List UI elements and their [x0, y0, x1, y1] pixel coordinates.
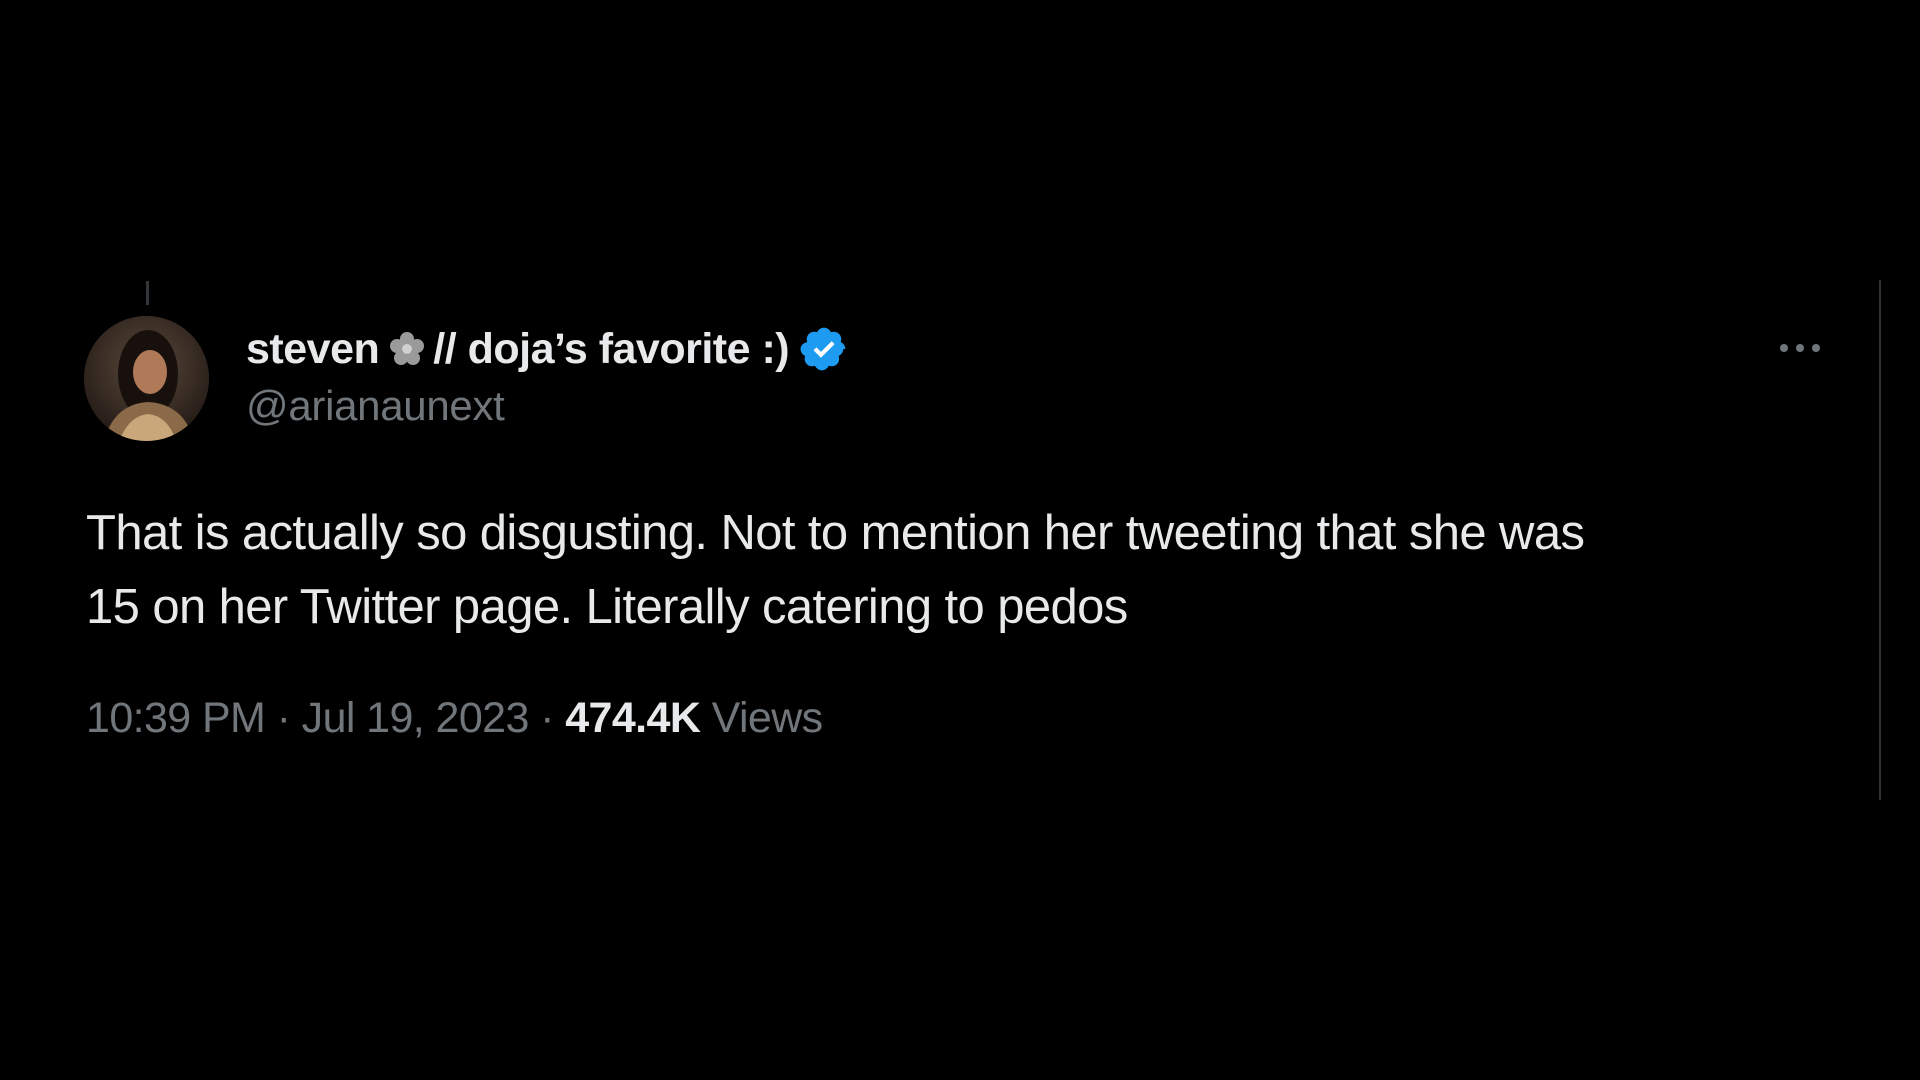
avatar-image	[84, 316, 209, 441]
author-display-name-part2[interactable]: // doja’s favorite :)	[433, 325, 789, 374]
tweet-timestamp[interactable]: 10:39 PM · Jul 19, 2023	[86, 694, 529, 742]
tweet-card[interactable]: steven // doja’s favorite :) @arianaunex…	[0, 0, 1920, 1080]
author-name-row[interactable]: steven // doja’s favorite :)	[246, 318, 849, 380]
views-count: 474.4K	[565, 694, 701, 742]
tweet-header: steven // doja’s favorite :) @arianaunex…	[246, 318, 849, 430]
views-label: Views	[711, 694, 824, 742]
redaction-overlay	[1128, 592, 1246, 632]
tweet-text-line-1: That is actually so disgusting. Not to m…	[86, 506, 1585, 560]
flower-icon	[387, 329, 427, 369]
thread-connector-line	[146, 281, 149, 305]
tweet-metadata: 10:39 PM · Jul 19, 2023 · 474.4K Views	[86, 694, 823, 743]
author-display-name-part1[interactable]: steven	[246, 325, 380, 374]
verified-badge-icon[interactable]	[799, 324, 849, 374]
tweet-text-line-2: 15 on her Twitter page. Literally cateri…	[86, 580, 1167, 634]
tweet-body: That is actually so disgusting. Not to m…	[86, 496, 1846, 644]
author-handle[interactable]: @arianaunext	[246, 382, 849, 430]
more-options-icon[interactable]	[1776, 330, 1824, 366]
tweet-right-border	[1879, 280, 1881, 800]
avatar[interactable]	[84, 316, 209, 441]
meta-separator: ·	[540, 694, 554, 742]
